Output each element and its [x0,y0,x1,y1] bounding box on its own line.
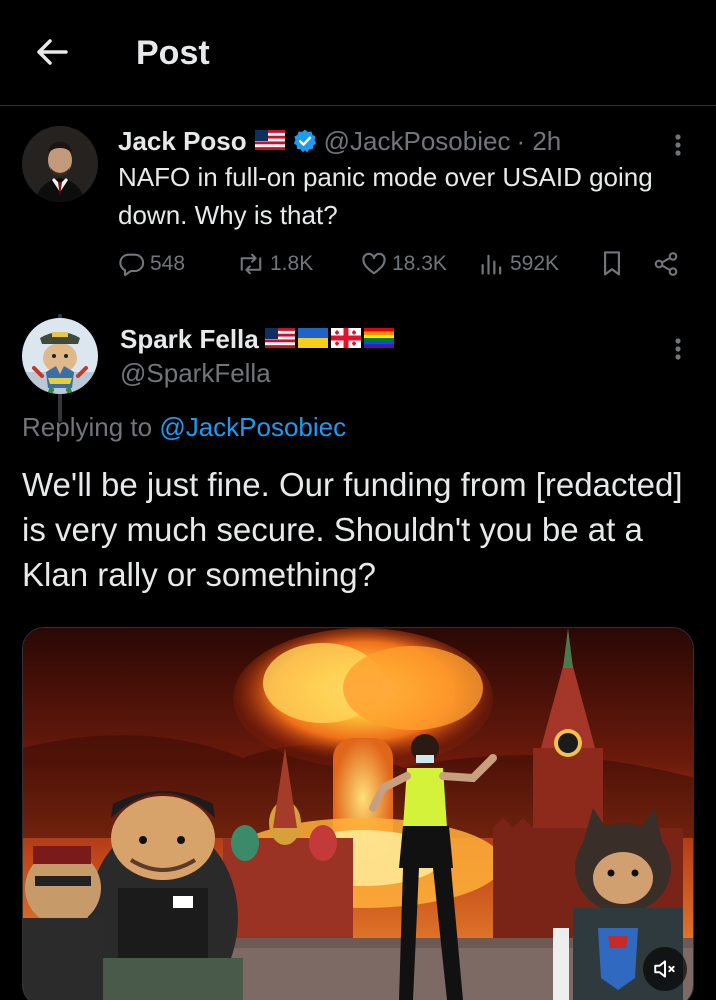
top-bar: Post [0,0,716,106]
verified-badge-icon [292,128,318,154]
post-actions: 548 1.8K 18.3K 592K [114,246,694,282]
repost-button[interactable]: 1.8K [236,246,313,282]
avatar-spark-fella[interactable] [22,318,98,394]
back-arrow-icon[interactable] [30,30,74,74]
timestamp[interactable]: · 2h [516,126,561,157]
reply-button[interactable]: 548 [118,246,185,282]
reply-count: 548 [150,252,186,275]
original-post[interactable]: Jack Poso @JackPosobiec · 2h NAFO in ful… [0,106,716,422]
views-count: 592K [510,252,560,275]
views-icon [478,250,506,278]
us-flag-icon [264,324,295,355]
post-header: Jack Poso @JackPosobiec · 2h [118,124,561,158]
mute-icon [652,956,678,982]
page-title: Post [136,34,210,72]
mention-link[interactable]: @JackPosobiec [159,412,346,442]
views-button[interactable]: 592K [478,246,559,282]
media-image [23,628,693,1000]
rainbow-flag-icon [363,324,394,355]
display-name[interactable]: Spark Fella [120,324,259,355]
us-flag-icon [254,126,285,157]
replying-prefix: Replying to [22,412,153,442]
replying-to: Replying to @JackPosobiec [22,412,346,443]
reply-icon [118,250,146,278]
display-name[interactable]: Jack Poso [118,126,247,157]
mute-button[interactable] [643,947,687,991]
bookmark-icon[interactable] [598,246,626,282]
avatar-jack-poso[interactable] [22,126,98,202]
share-icon[interactable] [652,246,680,282]
handle[interactable]: @SparkFella [120,358,271,389]
repost-count: 1.8K [270,252,314,275]
more-icon[interactable] [666,128,690,162]
more-icon[interactable] [666,332,690,366]
handle[interactable]: @JackPosobiec [324,126,511,157]
ukraine-flag-icon [297,324,328,355]
post-header: Spark Fella [120,322,394,356]
post-text: We'll be just fine. Our funding from [re… [22,466,683,593]
repost-icon [236,250,266,278]
like-icon [360,250,388,278]
like-button[interactable]: 18.3K [360,246,447,282]
georgia-flag-icon [330,324,361,355]
post-text: NAFO in full-on panic mode over USAID go… [118,162,653,230]
post-media[interactable] [22,627,694,1000]
like-count: 18.3K [392,252,447,275]
